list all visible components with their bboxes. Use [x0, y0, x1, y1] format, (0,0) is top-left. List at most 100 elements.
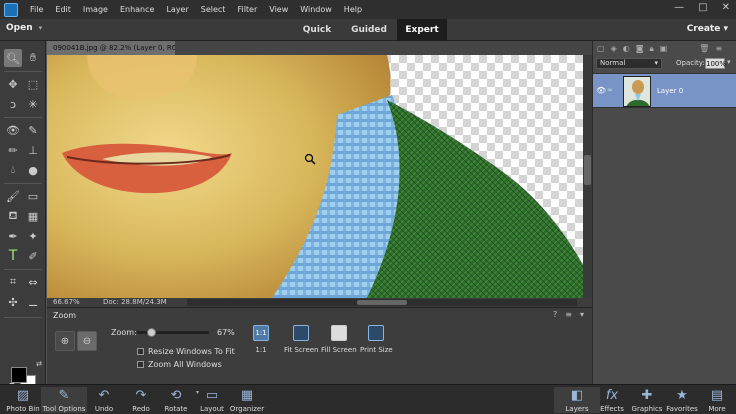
chevron-down-icon: ▾	[723, 24, 728, 34]
open-button[interactable]: Open ▾	[6, 23, 42, 33]
lasso-tool-icon[interactable]: ↄ	[4, 95, 22, 113]
menu-select[interactable]: Select	[201, 5, 226, 14]
zoom-label: Zoom:	[111, 328, 137, 337]
vertical-scrollbar[interactable]	[583, 55, 592, 298]
menu-layer[interactable]: Layer	[166, 5, 188, 14]
zoom-percentage[interactable]: 66.67%	[53, 298, 80, 307]
close-button[interactable]: ✕	[722, 2, 730, 13]
divider	[4, 269, 42, 270]
custom-shape-tool-icon[interactable]: ✦	[24, 227, 42, 245]
one-to-one-button[interactable]: 1:1 1:1	[253, 325, 269, 354]
checkbox-label: Resize Windows To Fit	[148, 347, 235, 356]
photo-image	[47, 55, 583, 298]
straighten-tool-icon[interactable]: ⚊	[24, 293, 42, 311]
fit-screen-button[interactable]: Fit Screen	[284, 325, 319, 354]
eraser-tool-icon[interactable]: ▭	[24, 187, 42, 205]
maximize-button[interactable]: □	[698, 2, 707, 13]
collapse-icon[interactable]: ▾	[580, 310, 584, 319]
menu-file[interactable]: File	[30, 5, 43, 14]
more-button[interactable]: ▤More▾	[694, 387, 736, 414]
menu-view[interactable]: View	[269, 5, 288, 14]
link-icon[interactable]: ∞	[607, 86, 613, 94]
lock-all-icon[interactable]: ▣	[660, 44, 668, 53]
organizer-icon: ▦	[240, 387, 254, 403]
marquee-tool-icon[interactable]: ⬚	[24, 75, 42, 93]
swap-colors-icon[interactable]: ⇄	[34, 359, 44, 369]
sponge-tool-icon[interactable]: ●	[24, 161, 42, 179]
button-label: Organizer	[229, 405, 265, 413]
menu-help[interactable]: Help	[344, 5, 362, 14]
app-logo-icon	[4, 2, 18, 17]
opacity-input[interactable]: 100%	[705, 58, 726, 69]
red-eye-tool-icon[interactable]: 👁︎	[4, 121, 22, 139]
button-label: Layout	[200, 405, 224, 413]
hand-tool-icon[interactable]: ✋︎	[24, 49, 42, 67]
menu-edit[interactable]: Edit	[55, 5, 71, 14]
clone-stamp-icon[interactable]: ⊥	[24, 141, 42, 159]
zoom-all-windows-checkbox[interactable]: Zoom All Windows	[137, 360, 222, 369]
document-tab[interactable]: 090041B.jpg @ 82.2% (Layer 0, RGB/8) *×	[47, 41, 175, 55]
recompose-tool-icon[interactable]: ⇔	[24, 273, 42, 291]
quick-selection-tool-icon[interactable]: ✳︎	[24, 95, 42, 113]
eyedropper-tool-icon[interactable]: ✒︎	[4, 227, 22, 245]
chevron-down-icon[interactable]: ▾	[727, 58, 731, 66]
panel-menu-icon[interactable]: ≡	[715, 44, 722, 53]
checkbox-box[interactable]	[137, 348, 144, 355]
button-label: Redo	[132, 405, 150, 413]
trash-icon[interactable]: 🗑︎	[699, 44, 709, 53]
menu-image[interactable]: Image	[83, 5, 108, 14]
document-size: Doc: 28.8M/24.3M	[103, 298, 167, 306]
new-group-icon[interactable]: ◈	[611, 44, 617, 53]
help-icon[interactable]: ?	[553, 310, 557, 319]
organizer-button[interactable]: ▦ Organizer	[224, 387, 270, 414]
button-label: Undo	[94, 405, 114, 413]
blur-tool-icon[interactable]: 💧︎	[4, 161, 22, 179]
smart-brush-icon[interactable]: ✏︎	[4, 141, 22, 159]
lock-icon[interactable]: 🔒︎	[649, 44, 653, 54]
slider-knob[interactable]	[147, 328, 157, 337]
tab-expert[interactable]: Expert	[397, 19, 447, 41]
divider	[4, 317, 42, 318]
adjustment-layer-icon[interactable]: ◐	[623, 44, 630, 53]
print-size-button[interactable]: Print Size	[360, 325, 393, 354]
zoom-tool-icon[interactable]: 🔍︎	[4, 49, 22, 67]
new-layer-icon[interactable]: ▢	[597, 44, 605, 53]
fill-screen-button[interactable]: Fill Screen	[321, 325, 357, 354]
chevron-down-icon: ▾	[654, 59, 658, 67]
type-tool-icon[interactable]: T	[4, 247, 22, 265]
photo-canvas[interactable]	[47, 55, 583, 298]
photo-bin-button[interactable]: ▨ Photo Bin	[0, 387, 46, 414]
resize-windows-checkbox[interactable]: Resize Windows To Fit	[137, 347, 235, 356]
gradient-tool-icon[interactable]: ▦	[24, 207, 42, 225]
zoom-out-button[interactable]: ⊖	[77, 331, 97, 351]
panel-menu-icon[interactable]: ≡	[565, 310, 572, 319]
tool-options-title: Zoom	[53, 311, 77, 320]
crop-tool-icon[interactable]: ⌗	[4, 273, 22, 291]
create-button[interactable]: Create ▾	[687, 24, 728, 34]
spot-healing-brush-icon[interactable]: ✎	[24, 121, 42, 139]
menu-filter[interactable]: Filter	[237, 5, 257, 14]
zoom-in-button[interactable]: ⊕	[55, 331, 75, 351]
menu-enhance[interactable]: Enhance	[120, 5, 155, 14]
pencil-tool-icon[interactable]: ✐	[24, 247, 42, 265]
paint-bucket-icon[interactable]: ⛾	[4, 207, 22, 225]
tab-guided[interactable]: Guided	[345, 19, 393, 41]
eye-icon[interactable]: 👁︎	[596, 86, 606, 95]
horizontal-scrollbar[interactable]	[187, 299, 577, 306]
foreground-color-swatch[interactable]	[11, 367, 27, 383]
move-tool-icon[interactable]: ✥	[4, 75, 22, 93]
scroll-thumb[interactable]	[357, 300, 407, 305]
tab-quick[interactable]: Quick	[293, 19, 341, 41]
zoom-slider[interactable]	[137, 328, 209, 337]
brush-tool-icon[interactable]: 🖌︎	[4, 187, 22, 205]
layer-row[interactable]: 👁︎ ∞ Layer 0	[593, 73, 736, 108]
fit-screen-icon	[293, 325, 310, 341]
checkbox-box[interactable]	[137, 361, 144, 368]
content-aware-move-icon[interactable]: ✣	[4, 293, 22, 311]
zoom-value[interactable]: 67%	[217, 328, 235, 337]
scroll-thumb[interactable]	[584, 155, 591, 185]
menu-window[interactable]: Window	[300, 5, 332, 14]
minimize-button[interactable]: —	[674, 2, 684, 13]
blend-mode-select[interactable]: Normal ▾	[596, 58, 662, 69]
layer-mask-icon[interactable]: ◙	[636, 44, 644, 53]
